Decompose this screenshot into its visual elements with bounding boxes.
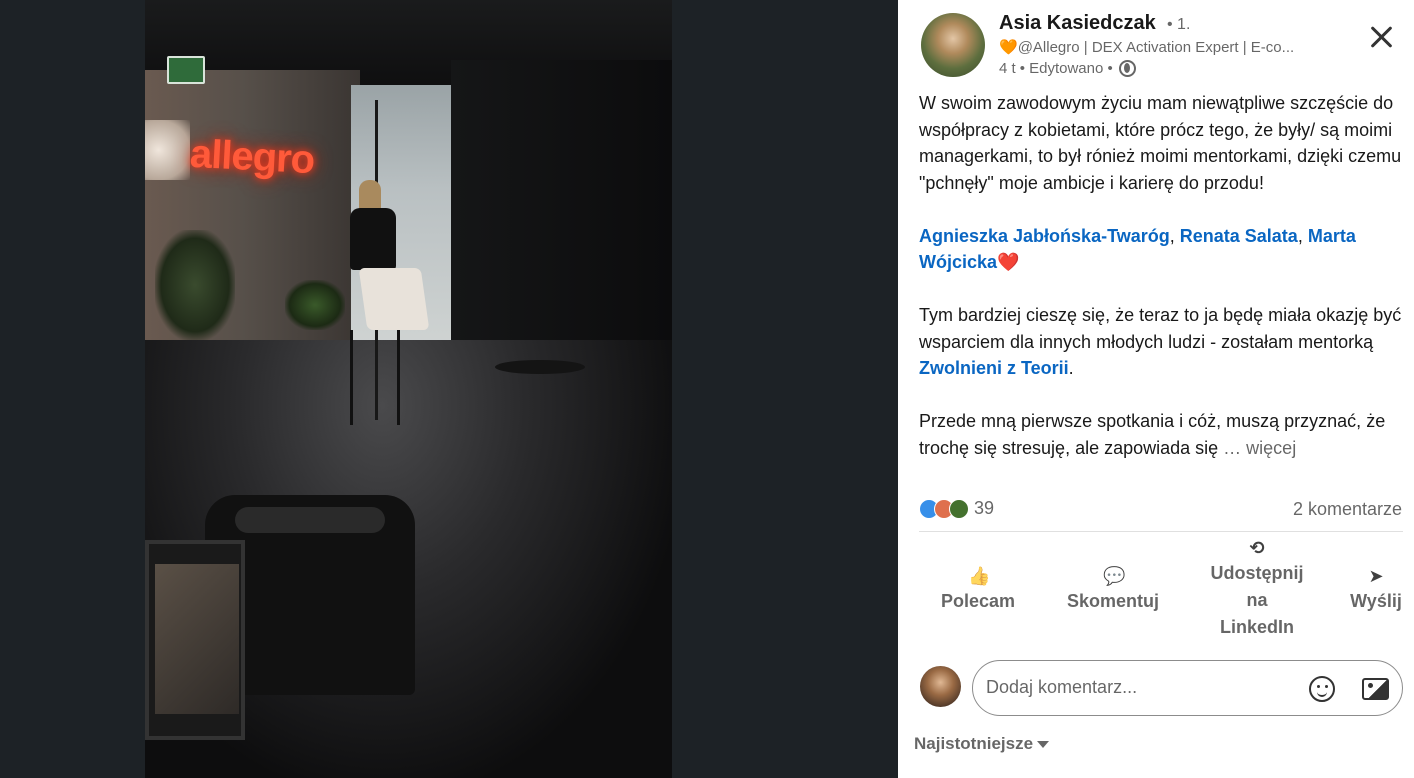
like-button[interactable]: 👍 Polecam — [928, 566, 1028, 615]
post-time: 4 t — [999, 60, 1016, 77]
post-paragraph-text: . — [1068, 358, 1074, 378]
post-detail-panel: Asia Kasiedczak • 1. 🧡@Allegro | DEX Act… — [898, 0, 1414, 778]
post-paragraph-text: Przede mną pierwsze spotkania i cóż, mus… — [919, 411, 1386, 458]
mention-link[interactable]: Agnieszka Jabłońska-Twaróg — [919, 226, 1170, 246]
post-paragraph: W swoim zawodowym życiu mam niewątpliwe … — [919, 93, 1402, 193]
stool — [350, 330, 400, 425]
comment-box[interactable] — [972, 660, 1403, 716]
plant — [155, 230, 235, 340]
emoji-icon[interactable] — [1309, 676, 1335, 702]
reactions-summary[interactable]: 39 — [919, 498, 994, 519]
comment-button[interactable]: 💬 Skomentuj — [1058, 566, 1168, 615]
post-meta: 4 t • Edytowano • — [999, 60, 1136, 77]
post-paragraph-text: Tym bardziej cieszę się, że teraz to ja … — [919, 305, 1402, 352]
repost-label: na — [1246, 590, 1268, 610]
repost-icon: ⟲ — [1249, 538, 1265, 558]
studio-lamp — [145, 120, 190, 180]
post-paragraph: Tym bardziej cieszę się, że teraz to ja … — [919, 302, 1409, 382]
connection-degree: • 1. — [1167, 16, 1191, 33]
close-button[interactable] — [1364, 20, 1398, 54]
author-headline: 🧡@Allegro | DEX Activation Expert | E-co… — [999, 38, 1329, 56]
comment-icon: 💬 — [1103, 566, 1126, 586]
send-button[interactable]: ➤ Wyślij — [1338, 566, 1414, 615]
separator: , — [1297, 225, 1308, 246]
comments-count-link[interactable]: 2 komentarze — [1293, 499, 1402, 520]
orange-heart-icon: 🧡 — [999, 39, 1018, 56]
current-user-avatar — [920, 666, 961, 707]
mention-link[interactable]: Renata Salata — [1180, 226, 1298, 246]
plant-small — [285, 280, 345, 330]
side-table — [495, 360, 585, 374]
sort-label: Najistotniejsze — [914, 734, 1034, 753]
exit-sign — [167, 56, 205, 84]
neon-sign: allegro — [188, 131, 316, 183]
reaction-count[interactable]: 39 — [974, 498, 994, 519]
globe-icon — [1118, 60, 1136, 77]
repost-label: Udostępnij — [1210, 563, 1304, 583]
thumbs-up-icon: 👍 — [968, 566, 991, 586]
camera-monitor — [145, 540, 245, 740]
like-label: Polecam — [940, 591, 1016, 611]
repost-button[interactable]: ⟲ Udostępnij na LinkedIn — [1198, 538, 1316, 641]
post-mentions: Agnieszka Jabłońska-Twaróg, Renata Salat… — [919, 223, 1409, 276]
separator: , — [1169, 225, 1180, 246]
media-viewer: allegro — [0, 0, 898, 778]
heart-icon: ❤️ — [997, 252, 1020, 272]
image-icon[interactable] — [1362, 678, 1389, 700]
support-icon — [949, 498, 969, 519]
mention-link[interactable]: Zwolnieni z Teorii — [919, 358, 1069, 378]
comment-label: Skomentuj — [1066, 591, 1159, 611]
divider — [919, 531, 1403, 532]
post-body: W swoim zawodowym życiu mam niewątpliwe … — [919, 90, 1409, 488]
send-icon: ➤ — [1368, 566, 1384, 586]
edited-label: • Edytowano • — [1019, 60, 1113, 77]
sort-dropdown[interactable]: Najistotniejsze — [914, 734, 1050, 754]
post-paragraph: Przede mną pierwsze spotkania i cóż, mus… — [919, 408, 1409, 461]
send-label: Wyślij — [1350, 591, 1402, 611]
caret-down-icon — [1037, 741, 1050, 749]
comment-input[interactable] — [986, 677, 1286, 698]
author-headline-text: @Allegro | DEX Activation Expert | E-co.… — [1017, 39, 1295, 56]
see-more-link[interactable]: … więcej — [1223, 438, 1296, 458]
author-name[interactable]: Asia Kasiedczak — [999, 12, 1156, 35]
author-avatar[interactable] — [921, 13, 985, 77]
repost-label: LinkedIn — [1219, 617, 1294, 637]
post-photo[interactable]: allegro — [145, 0, 672, 778]
seated-person — [345, 180, 430, 355]
